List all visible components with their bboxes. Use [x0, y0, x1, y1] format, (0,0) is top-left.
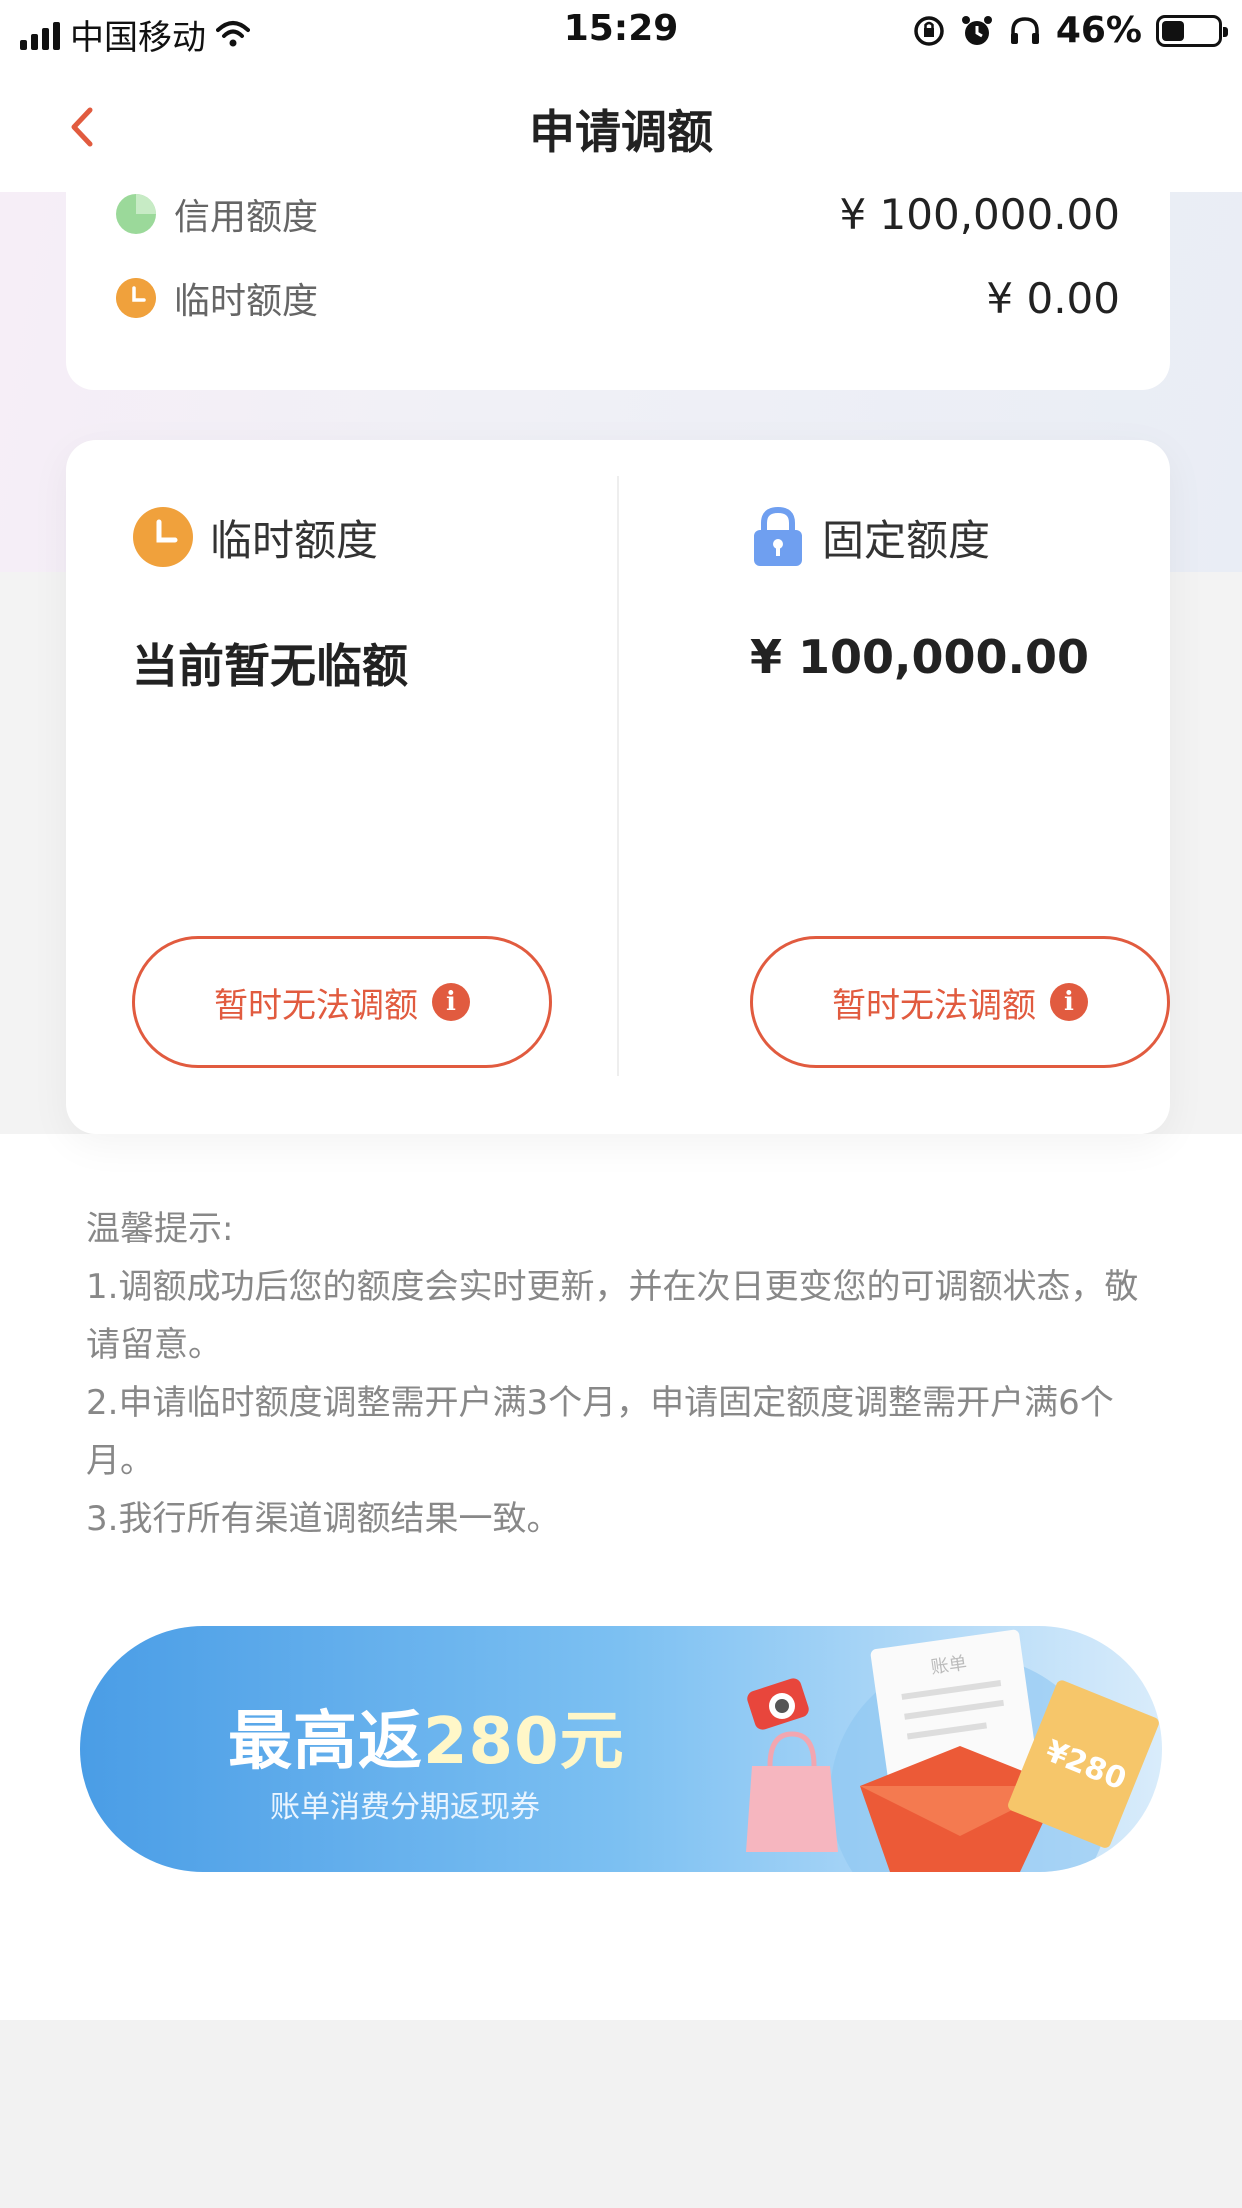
bill-envelope-illustration: 账单 ¥280 — [746, 1629, 1159, 1872]
info-icon[interactable]: i — [432, 983, 470, 1021]
banner-title: 最高返280元 — [228, 1690, 625, 1782]
temporary-adjust-button[interactable]: 暂时无法调额 i — [132, 936, 552, 1068]
temporary-limit-title: 临时额度 — [210, 515, 379, 565]
clock-icon — [133, 507, 193, 567]
banner-title-prefix: 最高返 — [228, 1705, 423, 1779]
status-right: 46% — [912, 10, 1228, 51]
status-bar: 中国移动 15:29 46% — [0, 0, 1242, 62]
summary-row-credit: 信用额度 ¥ 100,000.00 — [116, 184, 1120, 244]
clock-icon — [116, 278, 156, 318]
info-icon[interactable]: i — [1050, 983, 1088, 1021]
tip-item: 3.我行所有渠道调额结果一致。 — [86, 1499, 561, 1539]
temporary-limit-column: 临时额度 当前暂无临额 暂时无法调额 i — [66, 440, 618, 1134]
battery-icon — [1156, 14, 1228, 47]
promo-banner[interactable]: 最高返280元 账单消费分期返现券 账单 ¥280 — [80, 1626, 1162, 1872]
banner-title-amount: 280元 — [423, 1705, 625, 1779]
summary-row-temporary: 临时额度 ¥ 0.00 — [116, 268, 1120, 328]
fixed-limit-header: 固定额度 — [750, 506, 990, 568]
fixed-limit-title: 固定额度 — [822, 515, 991, 565]
fixed-limit-column: 固定额度 ¥ 100,000.00 暂时无法调额 i — [618, 440, 1170, 1134]
summary-label: 临时额度 — [174, 281, 319, 322]
summary-amount: ¥ 0.00 — [986, 273, 1120, 323]
button-label: 暂时无法调额 — [214, 985, 418, 1026]
page-title: 申请调额 — [529, 105, 713, 159]
banner-subtitle: 账单消费分期返现券 — [270, 1790, 540, 1825]
fixed-limit-value: ¥ 100,000.00 — [750, 630, 1090, 684]
summary-label: 信用额度 — [174, 197, 319, 238]
lock-icon — [754, 506, 802, 566]
temporary-limit-header: 临时额度 — [132, 506, 378, 568]
alarm-icon — [961, 15, 992, 45]
handbag-icon — [746, 1731, 838, 1852]
tips-heading: 温馨提示: — [86, 1209, 234, 1249]
tip-item: 1.调额成功后您的额度会实时更新，并在次日更变您的可调额状态，敬请留意。 — [86, 1267, 1139, 1365]
rotation-lock-icon — [914, 15, 944, 46]
limit-adjust-card: 临时额度 当前暂无临额 暂时无法调额 i 固定额度 ¥ 100,000.00 暂… — [66, 440, 1170, 1134]
temporary-limit-value: 当前暂无临额 — [132, 639, 408, 693]
bottom-spacer — [0, 2020, 1242, 2208]
headphones-icon — [1010, 16, 1039, 44]
tips-section: 温馨提示: 1.调额成功后您的额度会实时更新，并在次日更变您的可调额状态，敬请留… — [86, 1200, 1166, 1548]
pie-chart-icon — [116, 194, 156, 234]
summary-card: 信用额度 ¥ 100,000.00 临时额度 ¥ 0.00 — [66, 170, 1170, 390]
camera-icon — [747, 1678, 809, 1730]
button-label: 暂时无法调额 — [832, 985, 1036, 1026]
summary-amount: ¥ 100,000.00 — [839, 189, 1120, 239]
battery-percent: 46% — [1055, 10, 1142, 51]
fixed-adjust-button[interactable]: 暂时无法调额 i — [750, 936, 1170, 1068]
tip-item: 2.申请临时额度调整需开户满3个月，申请固定额度调整需开户满6个月。 — [86, 1383, 1114, 1481]
